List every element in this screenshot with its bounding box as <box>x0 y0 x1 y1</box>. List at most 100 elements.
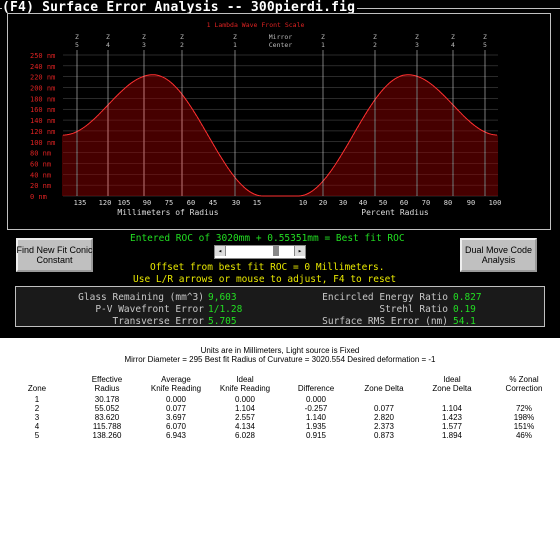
y-tick-label: 100 nm <box>30 139 55 147</box>
report-cell-zd: 2.373 <box>373 422 395 431</box>
report-params-line: Mirror Diameter = 295 Best fit Radius of… <box>124 355 436 364</box>
report-cell-pct: 46% <box>515 431 532 440</box>
zone-marker-number: 2 <box>180 41 184 49</box>
x-tick-label-right: 50 <box>379 199 387 207</box>
y-tick-label: 180 nm <box>30 95 55 103</box>
x-tick-label-left: 90 <box>143 199 151 207</box>
report-cell-diff: 1.140 <box>305 413 327 422</box>
col-header-ideal-zone-delta: Ideal Zone Delta <box>432 375 472 393</box>
report-cell-diff: 0.000 <box>305 395 327 404</box>
report-cell-avg: 0.000 <box>165 395 187 404</box>
x-tick-label-right: 60 <box>400 199 408 207</box>
report-cell-ideal: 0.000 <box>234 395 256 404</box>
zone-marker-number: 1 <box>233 41 237 49</box>
y-tick-label: 140 nm <box>30 117 55 125</box>
slider-thumb[interactable] <box>273 246 279 256</box>
x-tick-label-left: 75 <box>165 199 173 207</box>
zone-marker-label: Z <box>233 33 237 41</box>
report-cell-avg: 6.943 <box>165 431 187 440</box>
zone-marker-number: 5 <box>75 41 79 49</box>
x-tick-label-right: 80 <box>444 199 452 207</box>
stats-panel: Glass Remaining (mm^3) 9,603 P-V Wavefro… <box>15 286 545 327</box>
report-cell-zd: 0.077 <box>373 404 395 413</box>
pv-error-label: P-V Wavefront Error <box>95 304 204 315</box>
encircled-energy-label: Encircled Energy Ratio <box>322 292 448 303</box>
col-header-zone: Zone <box>27 384 47 393</box>
report-cell-ideal: 1.104 <box>234 404 256 413</box>
zone-marker-number: Center <box>269 41 293 49</box>
report-cell-zone: 2 <box>34 404 40 413</box>
report-cell-izd: 1.104 <box>441 404 463 413</box>
report-cell-izd: 1.577 <box>441 422 463 431</box>
adjust-hint: Use L/R arrows or mouse to adjust, F4 to… <box>133 274 397 285</box>
x-tick-label-right: 90 <box>467 199 475 207</box>
dual-move-code-button[interactable]: Dual Move Code Analysis <box>460 238 537 272</box>
zone-marker-number: 4 <box>451 41 455 49</box>
zone-marker-number: 3 <box>142 41 146 49</box>
zone-marker-label: Z <box>75 33 79 41</box>
report-cell-ideal: 4.134 <box>234 422 256 431</box>
x-tick-label-right: 30 <box>339 199 347 207</box>
x-tick-label-left: 60 <box>187 199 195 207</box>
x-tick-label-right: 20 <box>319 199 327 207</box>
report-cell-eff: 138.260 <box>92 431 122 440</box>
x-tick-label-right: 70 <box>422 199 430 207</box>
surface-rms-label: Surface RMS Error (nm) <box>322 316 448 327</box>
wavefront-chart: 250 nm 240 nm 220 nm 200 nm 180 nm 160 nm 140 … <box>7 13 551 230</box>
report-cell-eff: 115.788 <box>92 422 122 431</box>
report-cell-zone: 4 <box>34 422 40 431</box>
x-tick-label-left: 30 <box>232 199 240 207</box>
report-cell-izd: 1.894 <box>441 431 463 440</box>
x-tick-label-right: 10 <box>299 199 307 207</box>
col-header-difference: Difference <box>297 384 335 393</box>
y-tick-label: 200 nm <box>30 85 55 93</box>
report-cell-avg: 0.077 <box>165 404 187 413</box>
report-cell-ideal: 6.028 <box>234 431 256 440</box>
report-cell-pct: 72% <box>515 404 532 413</box>
transverse-error-value: 5.705 <box>208 316 237 327</box>
zone-marker-label: Z <box>451 33 455 41</box>
roc-slider[interactable]: ◂ ▸ <box>214 245 306 259</box>
slider-right-arrow-icon[interactable]: ▸ <box>294 246 305 256</box>
report-cell-diff: 0.915 <box>305 431 327 440</box>
encircled-energy-value: 0.827 <box>453 292 482 303</box>
transverse-error-label: Transverse Error <box>112 316 204 327</box>
y-tick-label: 250 nm <box>30 52 55 60</box>
zone-marker-number: 2 <box>373 41 377 49</box>
x-axis-label-left: Millimeters of Radius <box>117 208 218 217</box>
report-cell-avg: 6.070 <box>165 422 187 431</box>
y-tick-label: 160 nm <box>30 106 55 114</box>
zone-marker-label: Mirror <box>269 33 293 41</box>
offset-text: Offset from best fit ROC = 0 Millimeters… <box>150 262 385 273</box>
glass-remaining-value: 9,603 <box>208 292 237 303</box>
x-tick-label-right: 100 <box>489 199 502 207</box>
x-tick-label-left: 15 <box>253 199 261 207</box>
report-cell-avg: 3.697 <box>165 413 187 422</box>
y-tick-label: 40 nm <box>30 171 51 179</box>
x-tick-label-left: 45 <box>209 199 217 207</box>
strehl-ratio-value: 0.19 <box>453 304 476 315</box>
x-tick-label-left: 105 <box>118 199 131 207</box>
slider-left-arrow-icon[interactable]: ◂ <box>215 246 226 256</box>
pv-error-value: 1/1.28 <box>208 304 243 315</box>
y-tick-label: 0 nm <box>30 193 47 201</box>
report-cell-zd: 2.820 <box>373 413 395 422</box>
y-tick-label: 240 nm <box>30 63 55 71</box>
y-tick-label: 60 nm <box>30 160 51 168</box>
report-cell-eff: 83.620 <box>94 413 120 422</box>
y-tick-label: 20 nm <box>30 182 51 190</box>
wavefront-chart-svg: 250 nm240 nm220 nm200 nm180 nm160 nm140 … <box>30 21 502 217</box>
find-new-conic-button[interactable]: Find New Fit Conic Constant <box>16 238 93 272</box>
roc-line: Entered ROC of 3020mm + 0.55351mm = Best… <box>130 233 405 244</box>
report-cell-eff: 30.178 <box>94 395 120 404</box>
report-cell-zone: 1 <box>34 395 40 404</box>
y-tick-label: 80 nm <box>30 150 51 158</box>
zone-marker-number: 4 <box>106 41 110 49</box>
x-tick-label-left: 120 <box>99 199 112 207</box>
error-curve <box>62 74 498 197</box>
zone-marker-number: 1 <box>321 41 325 49</box>
report-cell-ideal: 2.557 <box>234 413 256 422</box>
report-cell-diff: -0.257 <box>304 404 328 413</box>
report-cell-pct: 151% <box>513 422 535 431</box>
report-cell-zone: 3 <box>34 413 40 422</box>
